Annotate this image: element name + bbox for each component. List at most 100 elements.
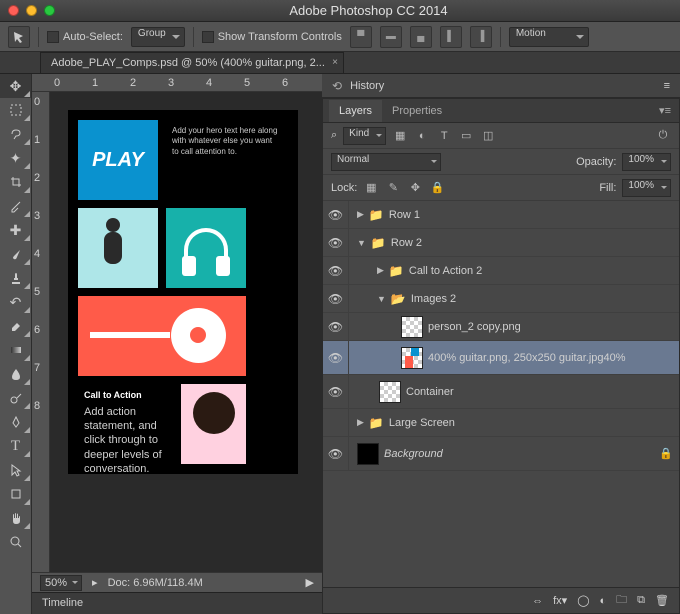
timeline-panel-tab[interactable]: Timeline: [32, 592, 322, 614]
visibility-toggle[interactable]: 👁: [323, 257, 349, 284]
disclosure-open-icon[interactable]: ▼: [377, 294, 386, 304]
layer-group-images2[interactable]: 👁 ▼ 📂 Images 2: [323, 285, 679, 313]
auto-select-checkbox[interactable]: Auto-Select:: [47, 31, 123, 43]
layer-group-large[interactable]: ▶ 📁 Large Screen: [323, 409, 679, 437]
link-layers-icon[interactable]: ⇔: [532, 595, 543, 607]
brush-tool[interactable]: [0, 242, 31, 266]
dodge-tool[interactable]: [0, 386, 31, 410]
lock-transparency-icon[interactable]: ▦: [363, 180, 379, 196]
show-transform-checkbox[interactable]: Show Transform Controls: [202, 31, 342, 43]
blur-tool[interactable]: [0, 362, 31, 386]
filter-adjust-icon[interactable]: ◐: [414, 128, 430, 144]
visibility-toggle[interactable]: 👁: [323, 437, 349, 470]
layer-person[interactable]: 👁 person_2 copy.png: [323, 313, 679, 341]
eraser-tool[interactable]: [0, 314, 31, 338]
ruler-tick: 0: [34, 96, 40, 108]
chevron-right-icon[interactable]: ▶: [306, 576, 314, 589]
stamp-tool[interactable]: [0, 266, 31, 290]
visibility-toggle[interactable]: 👁: [323, 313, 349, 340]
adjustment-layer-icon[interactable]: ◐: [600, 595, 607, 607]
expand-icon[interactable]: ▸: [92, 576, 98, 589]
canvas[interactable]: PLAY Add your hero text here along with …: [50, 92, 322, 572]
delete-layer-icon[interactable]: 🗑: [655, 594, 669, 607]
lock-pixels-icon[interactable]: ✎: [385, 180, 401, 196]
align-left-icon[interactable]: ▌: [440, 26, 462, 48]
history-brush-tool[interactable]: ↶: [0, 290, 31, 314]
close-window[interactable]: [8, 5, 19, 16]
visibility-toggle[interactable]: 👁: [323, 285, 349, 312]
eyedropper-tool[interactable]: [0, 194, 31, 218]
hand-tool[interactable]: [0, 506, 31, 530]
visibility-toggle[interactable]: 👁: [323, 229, 349, 256]
layer-group-row1[interactable]: 👁 ▶ 📁 Row 1: [323, 201, 679, 229]
ruler-tick: 4: [206, 77, 212, 89]
new-group-icon[interactable]: 🗀: [616, 591, 627, 610]
disclosure-closed-icon[interactable]: ▶: [357, 417, 364, 428]
zoom-dropdown[interactable]: 50%: [40, 575, 82, 591]
lock-position-icon[interactable]: ✥: [407, 180, 423, 196]
lasso-tool[interactable]: [0, 122, 31, 146]
marquee-tool[interactable]: [0, 98, 31, 122]
disclosure-open-icon[interactable]: ▼: [357, 238, 366, 248]
pen-tool[interactable]: [0, 410, 31, 434]
align-middle-icon[interactable]: ▬: [380, 26, 402, 48]
filter-toggle[interactable]: ⏻: [655, 128, 671, 144]
filter-kind-dropdown[interactable]: Kind: [343, 127, 386, 145]
layer-group-cta2[interactable]: 👁 ▶ 📁 Call to Action 2: [323, 257, 679, 285]
shape-tool[interactable]: [0, 482, 31, 506]
show-transform-label: Show Transform Controls: [218, 31, 342, 43]
new-layer-icon[interactable]: ⧉: [637, 594, 645, 607]
align-bottom-icon[interactable]: ▄: [410, 26, 432, 48]
move-tool-icon[interactable]: [8, 26, 30, 48]
layer-mask-icon[interactable]: ◯: [577, 594, 589, 607]
disclosure-closed-icon[interactable]: ▶: [377, 265, 384, 276]
layer-group-row2[interactable]: 👁 ▼ 📁 Row 2: [323, 229, 679, 257]
move-tool[interactable]: ✥: [0, 74, 31, 98]
visibility-toggle[interactable]: 👁: [323, 201, 349, 228]
disclosure-closed-icon[interactable]: ▶: [357, 209, 364, 220]
panel-menu-icon[interactable]: ≡: [664, 80, 670, 92]
minimize-window[interactable]: [26, 5, 37, 16]
zoom-tool[interactable]: [0, 530, 31, 554]
workspace-dropdown[interactable]: Motion: [509, 27, 589, 47]
heal-tool[interactable]: ✚: [0, 218, 31, 242]
filter-type-icon[interactable]: T: [436, 128, 452, 144]
history-panel-header[interactable]: ⟲ History ≡: [322, 74, 680, 98]
blend-mode-dropdown[interactable]: Normal: [331, 153, 441, 171]
align-center-icon[interactable]: ▐: [470, 26, 492, 48]
visibility-toggle[interactable]: [323, 409, 349, 436]
layer-guitar-selected[interactable]: 👁 400% guitar.png, 250x250 guitar.jpg40%: [323, 341, 679, 375]
crop-tool[interactable]: [0, 170, 31, 194]
layer-thumb: [379, 381, 401, 403]
zoom-window[interactable]: [44, 5, 55, 16]
fill-dropdown[interactable]: 100%: [622, 179, 671, 197]
tab-properties[interactable]: Properties: [382, 100, 452, 122]
layer-background[interactable]: 👁 Background 🔒: [323, 437, 679, 471]
path-select-tool[interactable]: [0, 458, 31, 482]
document-tab[interactable]: Adobe_PLAY_Comps.psd @ 50% (400% guitar.…: [40, 52, 344, 73]
align-top-icon[interactable]: ▀: [350, 26, 372, 48]
layer-name: Row 2: [391, 237, 673, 249]
layer-fx-icon[interactable]: fx▾: [553, 594, 567, 607]
ruler-horizontal[interactable]: 0 1 2 3 4 5 6: [32, 74, 322, 92]
gradient-tool[interactable]: [0, 338, 31, 362]
filter-smart-icon[interactable]: ◫: [480, 128, 496, 144]
ruler-tick: 2: [130, 77, 136, 89]
close-icon[interactable]: ×: [332, 57, 338, 68]
wand-tool[interactable]: ✦: [0, 146, 31, 170]
visibility-toggle[interactable]: 👁: [323, 375, 349, 408]
lock-all-icon[interactable]: 🔒: [429, 180, 445, 196]
auto-select-dropdown[interactable]: Group: [131, 27, 185, 47]
layer-name: 400% guitar.png, 250x250 guitar.jpg40%: [428, 352, 673, 364]
tab-layers[interactable]: Layers: [329, 100, 382, 122]
canvas-area: 0 1 2 3 4 5 6 7 8 PLAY Add your hero tex…: [32, 92, 322, 572]
filter-shape-icon[interactable]: ▭: [458, 128, 474, 144]
ruler-vertical[interactable]: 0 1 2 3 4 5 6 7 8: [32, 92, 50, 572]
opacity-dropdown[interactable]: 100%: [622, 153, 671, 171]
filter-pixel-icon[interactable]: ▦: [392, 128, 408, 144]
layer-container[interactable]: 👁 Container: [323, 375, 679, 409]
visibility-toggle[interactable]: 👁: [323, 341, 349, 374]
type-tool[interactable]: T: [0, 434, 31, 458]
opacity-label: Opacity:: [576, 156, 616, 168]
panel-menu-icon[interactable]: ▾≡: [651, 99, 679, 122]
